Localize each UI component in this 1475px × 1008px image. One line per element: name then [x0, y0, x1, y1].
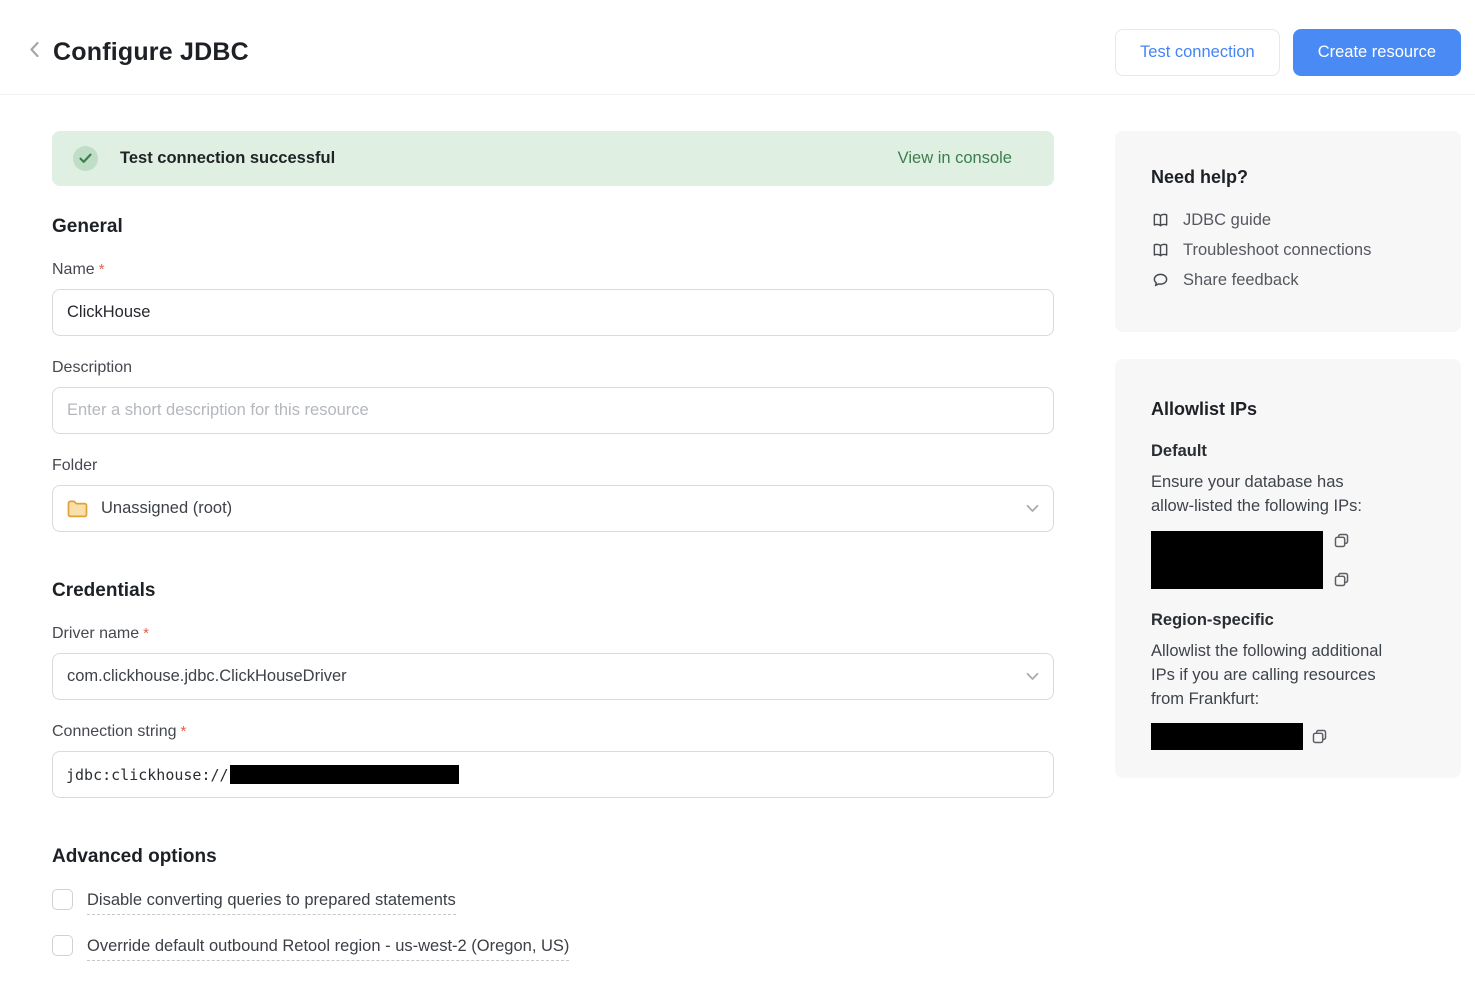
- description-input[interactable]: [52, 387, 1054, 434]
- header-actions: Test connection Create resource: [1115, 29, 1461, 76]
- driver-name-label: Driver name*: [52, 625, 1054, 643]
- redacted-connection-host: [230, 765, 459, 784]
- banner-message: Test connection successful: [120, 149, 335, 168]
- chat-bubble-icon: [1151, 271, 1170, 289]
- prepared-statements-checkbox[interactable]: [52, 889, 73, 910]
- prepared-statements-label: Disable converting queries to prepared s…: [87, 889, 456, 915]
- chevron-down-icon: [1026, 504, 1039, 513]
- default-description: Ensure your database has allow-listed th…: [1151, 470, 1425, 518]
- general-heading: General: [52, 216, 1054, 238]
- page-title: Configure JDBC: [53, 38, 249, 67]
- view-in-console-link[interactable]: View in console: [898, 149, 1012, 168]
- option-row-prepared-statements: Disable converting queries to prepared s…: [52, 889, 1054, 915]
- chevron-down-icon: [1026, 672, 1039, 681]
- troubleshoot-connections-label: Troubleshoot connections: [1183, 241, 1371, 260]
- sidebar: Need help? JDBC guide Troubleshoot conne…: [1115, 95, 1461, 961]
- name-input[interactable]: [52, 289, 1054, 336]
- book-open-icon: [1151, 241, 1170, 259]
- jdbc-guide-link[interactable]: JDBC guide: [1151, 205, 1425, 235]
- region-description: Allowlist the following additional IPs i…: [1151, 639, 1425, 711]
- connection-string-prefix: jdbc:clickhouse://: [66, 766, 229, 784]
- chevron-left-icon: [28, 41, 41, 63]
- folder-label: Folder: [52, 457, 1054, 475]
- test-connection-button[interactable]: Test connection: [1115, 29, 1280, 76]
- description-label: Description: [52, 359, 1054, 377]
- success-banner: Test connection successful View in conso…: [52, 131, 1054, 186]
- need-help-heading: Need help?: [1151, 167, 1425, 188]
- driver-name-select[interactable]: com.clickhouse.jdbc.ClickHouseDriver: [52, 653, 1054, 700]
- credentials-heading: Credentials: [52, 580, 1054, 602]
- connection-string-label: Connection string*: [52, 723, 1054, 741]
- folder-icon: [67, 500, 88, 518]
- need-help-panel: Need help? JDBC guide Troubleshoot conne…: [1115, 131, 1461, 332]
- driver-name-value: com.clickhouse.jdbc.ClickHouseDriver: [67, 667, 347, 686]
- jdbc-guide-label: JDBC guide: [1183, 211, 1271, 230]
- required-marker: *: [181, 723, 187, 740]
- allowlist-ips-heading: Allowlist IPs: [1151, 399, 1425, 420]
- create-resource-button[interactable]: Create resource: [1293, 29, 1461, 76]
- name-label: Name*: [52, 261, 1054, 279]
- redacted-region-ips: [1151, 723, 1303, 750]
- folder-select-value: Unassigned (root): [101, 499, 232, 518]
- folder-select[interactable]: Unassigned (root): [52, 485, 1054, 532]
- option-row-override-region: Override default outbound Retool region …: [52, 935, 1054, 961]
- required-marker: *: [143, 625, 149, 642]
- region-specific-subheading: Region-specific: [1151, 611, 1425, 630]
- override-region-label: Override default outbound Retool region …: [87, 935, 569, 961]
- advanced-options-heading: Advanced options: [52, 846, 1054, 868]
- share-feedback-link[interactable]: Share feedback: [1151, 265, 1425, 295]
- allowlist-ips-panel: Allowlist IPs Default Ensure your databa…: [1115, 359, 1461, 778]
- redacted-default-ips: [1151, 531, 1323, 589]
- connection-string-input[interactable]: jdbc:clickhouse://: [52, 751, 1054, 798]
- troubleshoot-connections-link[interactable]: Troubleshoot connections: [1151, 235, 1425, 265]
- override-region-checkbox[interactable]: [52, 935, 73, 956]
- copy-icon[interactable]: [1333, 532, 1350, 549]
- check-circle-icon: [73, 146, 98, 171]
- page-header: Configure JDBC Test connection Create re…: [0, 0, 1475, 95]
- back-button[interactable]: [22, 29, 46, 76]
- share-feedback-label: Share feedback: [1183, 271, 1299, 290]
- config-form: Test connection successful View in conso…: [52, 95, 1054, 961]
- book-open-icon: [1151, 211, 1170, 229]
- copy-icon[interactable]: [1311, 728, 1328, 745]
- default-subheading: Default: [1151, 442, 1425, 461]
- required-marker: *: [99, 261, 105, 278]
- copy-icon[interactable]: [1333, 571, 1350, 588]
